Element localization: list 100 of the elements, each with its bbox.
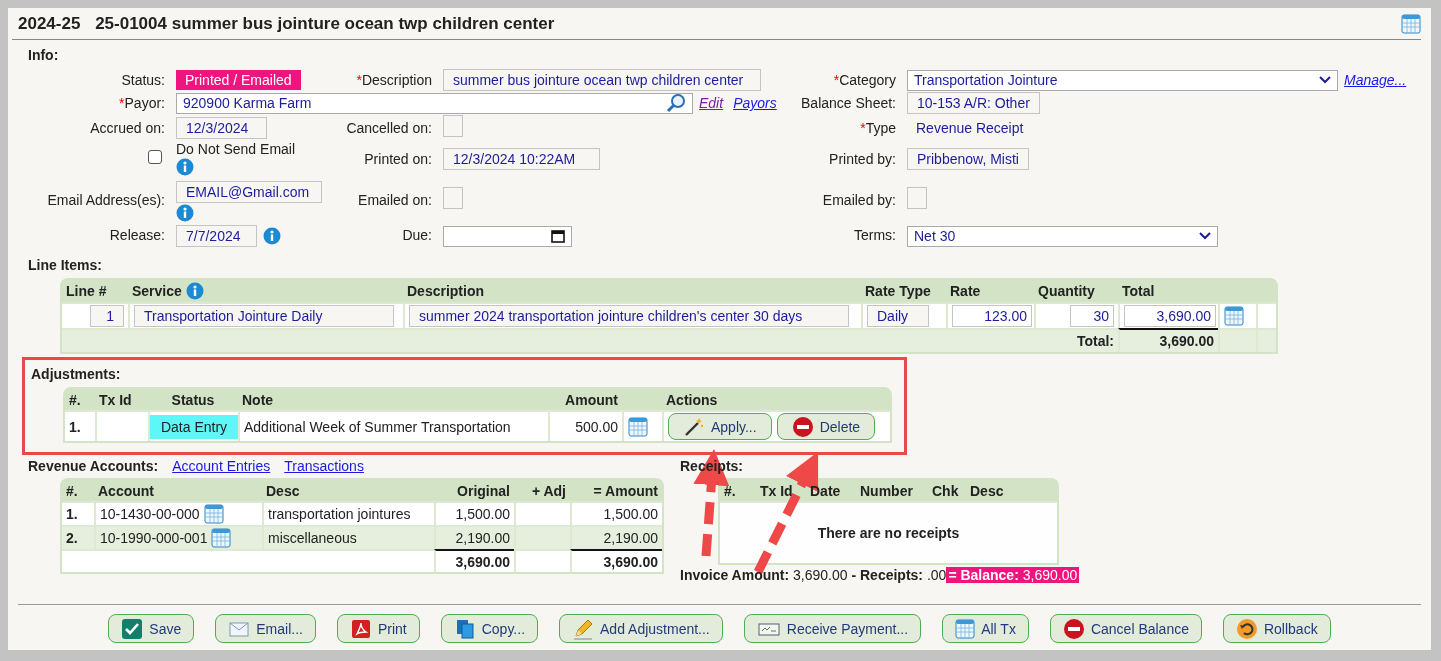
column-header: #.: [66, 482, 78, 499]
table-cell: 1,500.00: [455, 506, 510, 522]
toolbar-button[interactable]: Save: [108, 614, 195, 643]
column-header: Date: [810, 482, 841, 499]
text-field[interactable]: 3,690.00: [1124, 305, 1216, 327]
column-header: Account: [98, 482, 154, 499]
search-icon[interactable]: [666, 93, 686, 113]
grid-icon[interactable]: [211, 528, 232, 548]
readonly-field[interactable]: Pribbenow, Misti: [907, 147, 1029, 170]
checkmark-icon: [121, 617, 144, 640]
checkbox[interactable]: [148, 150, 162, 164]
column-header: Note: [242, 391, 274, 408]
field-label: Printed by:: [829, 150, 897, 167]
section-heading: Info:: [28, 47, 59, 63]
table-cell: 1,500.00: [603, 506, 658, 522]
stop-icon: [791, 415, 814, 438]
text-field[interactable]: 123.00: [952, 305, 1032, 327]
field-label: Status:: [121, 72, 166, 88]
payor-field[interactable]: 920900 Karma Farm: [176, 92, 693, 114]
toolbar-button[interactable]: Add Adjustment...: [559, 614, 723, 643]
column-header: Tx Id: [760, 482, 793, 499]
column-header: #.: [724, 482, 736, 499]
table-cell: 2,190.00: [603, 530, 658, 546]
checkbox-label: Do Not Send Email: [176, 141, 296, 157]
text-field[interactable]: summer 2024 transportation jointure children's center 30 days: [409, 305, 849, 327]
action-button[interactable]: Apply...: [668, 413, 772, 440]
total-value: 3,690.00: [455, 553, 510, 570]
text-field[interactable]: 30: [1070, 305, 1114, 327]
column-header: Amount: [565, 391, 618, 408]
terms-dropdown[interactable]: Net 30: [907, 225, 1218, 247]
invoice-summary: Invoice Amount: 3,690.00 - Receipts: .00: [680, 567, 947, 583]
readonly-field: [443, 187, 463, 209]
action-button[interactable]: Delete: [776, 413, 876, 440]
column-header: #.: [69, 391, 81, 408]
column-header: Number: [860, 482, 913, 499]
table-cell: Additional Week of Summer Transportation: [244, 418, 511, 435]
info-icon[interactable]: [263, 227, 281, 245]
column-header: Line #: [66, 283, 108, 299]
readonly-field[interactable]: 12/3/2024: [176, 116, 267, 139]
column-header: Desc: [970, 482, 1004, 499]
readonly-field[interactable]: 12/3/2024 10:22AM: [443, 147, 600, 170]
column-header: Quantity: [1038, 283, 1096, 299]
field-label: Due:: [402, 227, 433, 243]
toolbar-button[interactable]: All Tx: [942, 614, 1029, 643]
field-label: *Payor:: [119, 95, 166, 111]
grid-icon[interactable]: [203, 504, 224, 524]
table-cell: 1.: [66, 506, 78, 522]
text-field[interactable]: Transportation Jointure Daily: [134, 305, 394, 327]
field-label: Emailed on:: [358, 191, 433, 208]
section-link[interactable]: Account Entries: [172, 458, 271, 474]
text-field[interactable]: Daily: [867, 305, 929, 327]
date-field[interactable]: [443, 225, 572, 247]
toolbar-button[interactable]: Cancel Balance: [1049, 614, 1202, 643]
toolbar-button[interactable]: Copy...: [440, 614, 539, 643]
text-field[interactable]: summer bus jointure ocean twp children center: [443, 69, 761, 91]
toolbar-button[interactable]: Print: [336, 614, 420, 643]
calendar-icon[interactable]: [551, 229, 565, 243]
balance-badge: = Balance: 3,690.00: [946, 567, 1080, 583]
table-cell: miscellaneous: [268, 530, 357, 546]
table-cell: 500.00: [575, 418, 618, 435]
toolbar-button[interactable]: Rollback: [1222, 614, 1331, 643]
table-cell: 10-1430-00-000: [100, 506, 200, 522]
table-cell: 2.: [66, 530, 78, 546]
field-label: Emailed by:: [822, 191, 897, 208]
pencil-icon: [572, 617, 595, 640]
field-label: Email Address(es):: [47, 191, 166, 208]
toolbar-button[interactable]: Receive Payment...: [743, 614, 922, 643]
grid-icon[interactable]: [628, 416, 648, 437]
chevron-down-icon[interactable]: [1199, 232, 1211, 240]
grid-icon[interactable]: [1224, 306, 1244, 326]
field-label: Printed on:: [364, 150, 433, 167]
field-label: *Category: [833, 72, 897, 88]
text-field[interactable]: 1: [90, 305, 124, 327]
text-field[interactable]: 7/7/2024: [176, 225, 257, 247]
total-label: Total:: [1076, 333, 1114, 349]
category-dropdown[interactable]: Transportation Jointure: [907, 69, 1338, 91]
field-label: *Description: [356, 72, 433, 88]
table-cell: 10-1990-000-001: [100, 530, 208, 546]
toolbar-button[interactable]: Email...: [215, 614, 316, 643]
column-header: Tx Id: [99, 391, 132, 408]
info-icon[interactable]: [176, 158, 194, 176]
info-icon[interactable]: [176, 204, 194, 222]
field-label: Cancelled on:: [346, 119, 433, 136]
text-field[interactable]: EMAIL@Gmail.com: [176, 181, 322, 203]
readonly-field[interactable]: 10-153 A/R: Other: [907, 92, 1040, 114]
column-header: Original: [457, 482, 510, 499]
info-icon[interactable]: [185, 282, 204, 300]
chevron-down-icon[interactable]: [1319, 76, 1331, 84]
column-header: Description: [407, 283, 485, 299]
payor-link[interactable]: Edit: [699, 95, 724, 111]
section-link[interactable]: Transactions: [284, 458, 364, 474]
section-heading: Line Items:: [28, 257, 102, 273]
column-header: Actions: [666, 391, 718, 408]
payor-link[interactable]: Payors: [733, 95, 777, 111]
column-header: Status: [171, 391, 215, 408]
manage-link[interactable]: Manage...: [1344, 72, 1407, 88]
section-heading: Adjustments:: [31, 366, 121, 382]
type-value: Revenue Receipt: [915, 119, 1024, 136]
column-header: Service: [132, 282, 399, 300]
status-cell: Data Entry: [150, 414, 238, 439]
